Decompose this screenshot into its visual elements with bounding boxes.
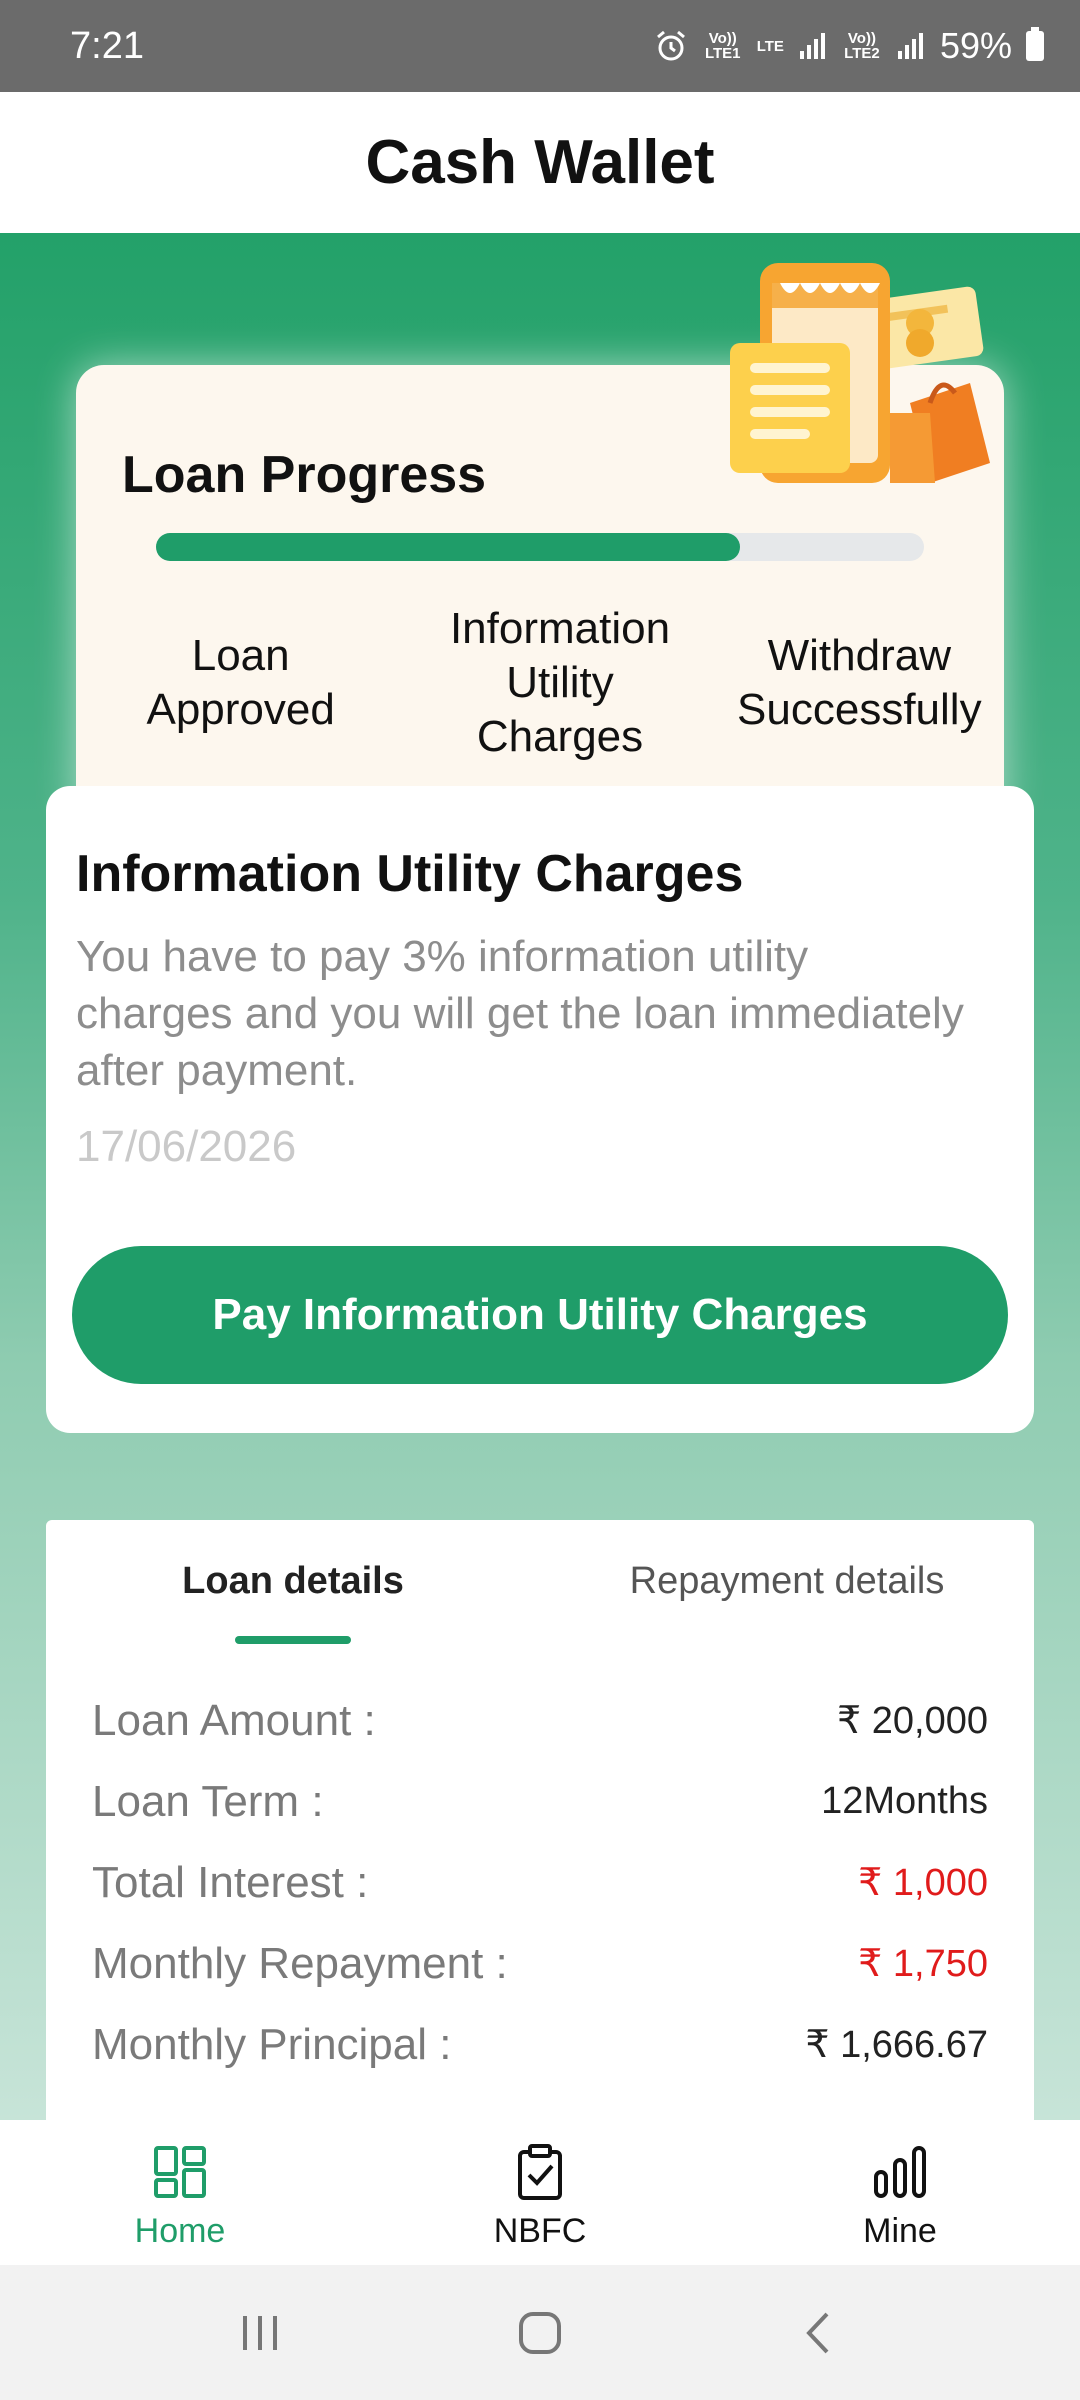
progress-title: Loan Progress <box>122 446 487 504</box>
main-content[interactable]: Loan Progress Loan Approved Information … <box>0 233 1080 2120</box>
detail-value: 12Months <box>821 1780 988 1822</box>
tab-repayment-details-label: Repayment details <box>629 1560 945 1602</box>
system-nav-bar <box>0 2265 1080 2400</box>
progress-bar <box>156 533 924 561</box>
recents-icon <box>243 2315 277 2350</box>
nav-mine[interactable]: Mine <box>720 2120 1080 2265</box>
pay-charges-button[interactable]: Pay Information Utility Charges <box>72 1246 1008 1384</box>
signal1-icon <box>798 31 828 61</box>
detail-row-loan-term: Loan Term : 12Months <box>92 1761 988 1842</box>
nav-home-label: Home <box>134 2212 226 2250</box>
signal2-icon <box>896 31 926 61</box>
nav-nbfc-label: NBFC <box>493 2212 587 2250</box>
detail-label: Loan Amount : <box>92 1695 376 1745</box>
detail-row-monthly-principal: Monthly Principal : ₹ 1,666.67 <box>92 2004 988 2085</box>
detail-row-monthly-repayment: Monthly Repayment : ₹ 1,750 <box>92 1923 988 2004</box>
battery-percent: 59% <box>939 25 1012 66</box>
detail-row-loan-amount: Loan Amount : ₹ 20,000 <box>92 1680 988 1761</box>
detail-label: Monthly Principal : <box>92 2019 452 2069</box>
bottom-nav: Home NBFC Mine <box>0 2120 1080 2265</box>
nav-home[interactable]: Home <box>0 2120 360 2265</box>
alarm-icon <box>653 28 689 64</box>
sim1-label: Vo)) LTE1 <box>704 30 741 62</box>
detail-value: ₹ 20,000 <box>837 1700 988 1742</box>
tab-loan-details[interactable]: Loan details <box>46 1560 540 1660</box>
grid-icon <box>154 2146 206 2198</box>
back-button[interactable] <box>780 2298 860 2368</box>
detail-label: Loan Term : <box>92 1776 324 1826</box>
step-withdraw-successfully: Withdraw Successfully <box>737 631 982 734</box>
progress-steps: Loan Approved Information Utility Charge… <box>76 603 1004 763</box>
recent-apps-button[interactable] <box>220 2298 300 2368</box>
back-chevron-icon <box>806 2312 829 2353</box>
charges-date: 17/06/2026 <box>76 1122 297 1171</box>
progress-bar-fill <box>156 533 740 561</box>
nav-nbfc[interactable]: NBFC <box>360 2120 720 2265</box>
active-tab-indicator <box>235 1636 351 1644</box>
step-loan-approved: Loan Approved <box>146 631 335 734</box>
detail-label: Monthly Repayment : <box>92 1938 508 1988</box>
status-time: 7:21 <box>70 24 144 67</box>
detail-label: Total Interest : <box>92 1857 369 1907</box>
detail-value: ₹ 1,000 <box>858 1862 988 1904</box>
home-circle-icon <box>519 2311 561 2354</box>
app-header: Cash Wallet <box>0 92 1080 233</box>
step-information-utility-charges: Information Utility Charges <box>449 604 671 761</box>
bar-chart-icon <box>874 2146 926 2198</box>
status-bar: 7:21 Vo)) LTE1 LTE Vo)) LTE2 59% <box>0 0 1080 92</box>
tab-repayment-details[interactable]: Repayment details <box>540 1560 1034 1660</box>
loan-details-card: Loan details Repayment details Loan Amou… <box>46 1520 1034 2120</box>
tab-loan-details-label: Loan details <box>182 1560 404 1602</box>
sim2-label: Vo)) LTE2 <box>844 30 880 62</box>
loan-details-list: Loan Amount : ₹ 20,000 Loan Term : 12Mon… <box>92 1680 988 2085</box>
detail-row-total-interest: Total Interest : ₹ 1,000 <box>92 1842 988 1923</box>
battery-icon <box>1026 27 1044 61</box>
lte-label: LTE <box>756 37 784 55</box>
details-tabs: Loan details Repayment details <box>46 1560 1034 1660</box>
status-icons: Vo)) LTE1 LTE Vo)) LTE2 59% <box>653 25 1044 67</box>
charges-description: You have to pay 3% information utility c… <box>76 932 964 1095</box>
detail-value: ₹ 1,750 <box>858 1943 988 1985</box>
charges-title: Information Utility Charges <box>76 845 744 903</box>
nav-mine-label: Mine <box>863 2212 937 2250</box>
shopping-illustration <box>730 263 990 483</box>
charges-card: Information Utility Charges You have to … <box>46 786 1034 1433</box>
clipboard-check-icon <box>518 2144 562 2200</box>
page-title: Cash Wallet <box>365 128 715 197</box>
detail-value: ₹ 1,666.67 <box>805 2024 988 2066</box>
home-button[interactable] <box>500 2298 580 2368</box>
